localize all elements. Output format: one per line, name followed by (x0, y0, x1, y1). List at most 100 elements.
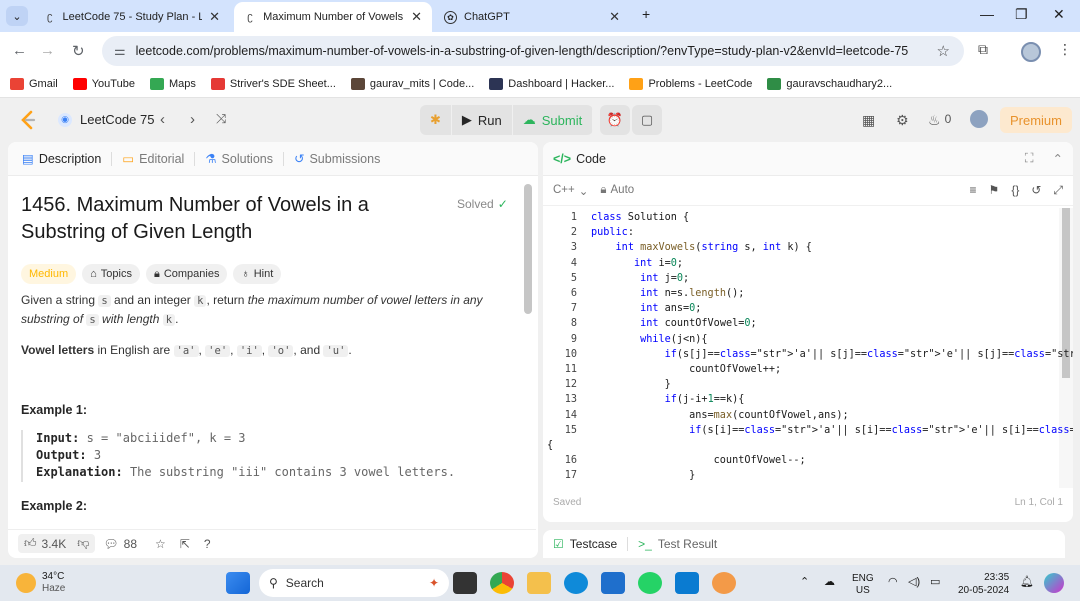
whatsapp-icon[interactable] (638, 572, 662, 594)
leetcode-logo-icon[interactable] (18, 110, 38, 130)
comments-button[interactable]: 💬︎ 88 (103, 537, 137, 551)
volume-icon[interactable]: ◁) (908, 575, 920, 588)
back-icon[interactable]: ← (12, 42, 27, 59)
close-tab-icon[interactable]: ✕ (209, 9, 220, 25)
bookmark-star-icon[interactable]: ☆ (937, 42, 950, 60)
restore-icon[interactable]: ❐ (1015, 6, 1028, 23)
browser-menu-icon[interactable]: ⋮ (1058, 41, 1072, 58)
streak-counter[interactable]: ♨ 0 (928, 112, 951, 129)
layout-icon[interactable]: ▦ (862, 112, 875, 129)
tray-chevron-icon[interactable]: ⌃ (800, 575, 809, 588)
new-tab-button[interactable]: + (642, 6, 650, 22)
vscode-icon[interactable] (675, 572, 699, 594)
tab-search-menu-icon[interactable]: ⌄ (6, 6, 28, 26)
profile-avatar[interactable] (1021, 42, 1041, 62)
browser-tab-study-plan[interactable]: ʗ LeetCode 75 - Study Plan - Leet ✕ (34, 2, 230, 32)
run-submit-group: ✱ ▶ Run ☁ Submit (420, 105, 594, 135)
tab-divider (194, 151, 196, 166)
task-view-icon[interactable] (453, 572, 477, 594)
bookmark-item[interactable]: Maps (149, 77, 196, 90)
copilot-icon[interactable] (1044, 573, 1064, 593)
close-tab-icon[interactable]: ✕ (609, 9, 620, 25)
topics-chip[interactable]: ⌂ Topics (82, 264, 140, 284)
flask-icon: ⚗ (205, 152, 217, 166)
code-editor[interactable]: 1 class Solution {2 public: 3 int maxVowels… (543, 208, 1073, 488)
url-text: leetcode.com/problems/maximum-number-of-… (135, 44, 909, 58)
description-scrollbar[interactable] (524, 184, 532, 314)
auto-mode[interactable]: 🔒︎ Auto (600, 184, 634, 197)
address-bar[interactable]: ⚌ leetcode.com/problems/maximum-number-o… (102, 36, 964, 66)
language-select[interactable]: C++ ⌄ (553, 184, 588, 198)
bookmark-item[interactable]: gaurav_mits | Code... (350, 77, 474, 90)
braces-icon[interactable]: {} (1011, 183, 1019, 198)
store-icon[interactable] (601, 572, 625, 594)
document-icon: ▤ (22, 152, 34, 166)
debug-button[interactable]: ✱ (420, 105, 452, 135)
code-line: int maxVowels(string s, int k) { (615, 242, 812, 254)
shuffle-icon[interactable]: ⤨ (216, 111, 226, 127)
line-number: 2 (570, 227, 577, 239)
tab-solutions[interactable]: ⚗ Solutions (201, 151, 277, 167)
close-tab-icon[interactable]: ✕ (411, 9, 422, 25)
browser-tab-vowels[interactable]: ʗ Maximum Number of Vowels in ✕ (234, 2, 432, 32)
reload-icon[interactable]: ↻ (72, 42, 85, 60)
chrome-icon[interactable] (490, 572, 514, 594)
forward-icon[interactable]: → (40, 42, 55, 59)
tab-divider (282, 151, 284, 166)
submit-button[interactable]: ☁ Submit (512, 105, 594, 135)
code-line: if(j-i+1==k){ (664, 394, 745, 406)
cloud-icon[interactable]: ☁ (824, 575, 835, 588)
taskbar-search[interactable]: ⚲ Search ✦ (259, 569, 449, 597)
bookmark-item[interactable]: Gmail (10, 77, 58, 90)
tab-editorial[interactable]: ▭ Editorial (118, 151, 188, 167)
minimize-icon[interactable]: — (980, 6, 994, 22)
bookmark-item[interactable]: Dashboard | Hacker... (489, 77, 614, 90)
hint-chip[interactable]: ♁ Hint (233, 264, 282, 284)
windows-start-icon[interactable] (226, 572, 250, 594)
user-avatar[interactable] (970, 110, 988, 128)
wifi-icon[interactable]: ◠ (888, 575, 898, 588)
companies-chip[interactable]: 🔒︎ Companies (145, 264, 228, 284)
like-button[interactable]: 👍︎ 3.4K 👎︎ (18, 534, 96, 553)
collapse-icon[interactable]: ⌃ (1053, 151, 1063, 166)
tab-testcase[interactable]: ☑ Testcase (553, 537, 617, 551)
browser-tab-chatgpt[interactable]: ✿ ChatGPT ✕ (434, 2, 630, 32)
timer-icon[interactable]: ⏰ (600, 105, 630, 135)
tab-test-result[interactable]: >_ Test Result (638, 537, 717, 551)
format-icon[interactable]: ≡ (970, 183, 977, 198)
notes-icon[interactable]: ▢ (632, 105, 662, 135)
prev-problem-icon[interactable]: ‹ (160, 111, 165, 128)
edge-icon[interactable] (564, 572, 588, 594)
language-indicator[interactable]: ENG US (852, 573, 874, 597)
bookmark-item[interactable]: YouTube (72, 77, 135, 90)
bookmark-item[interactable]: Problems - LeetCode (629, 77, 752, 90)
help-icon[interactable]: ? (204, 537, 211, 551)
extensions-icon[interactable]: ⧉ (978, 41, 988, 58)
run-button[interactable]: ▶ Run (451, 105, 513, 135)
reset-icon[interactable]: ↺ (1031, 183, 1041, 198)
app-icon[interactable] (712, 572, 736, 594)
battery-icon[interactable]: ▭ (930, 575, 940, 588)
notification-icon[interactable]: 🔔︎ (1020, 575, 1034, 588)
problem-list-selector[interactable]: ◉ LeetCode 75 (58, 112, 154, 127)
bookmark-icon[interactable]: ⚑ (989, 183, 1000, 198)
maximize-icon[interactable]: ⛶ (1025, 151, 1034, 166)
tab-description[interactable]: ▤ Description (18, 151, 105, 167)
close-window-icon[interactable]: ✕ (1053, 6, 1065, 23)
bookmark-item[interactable]: gauravschaudhary2... (767, 77, 892, 90)
tab-submissions[interactable]: ↺ Submissions (290, 151, 384, 167)
next-problem-icon[interactable]: › (190, 111, 195, 128)
line-number: 1 (570, 212, 577, 223)
taskbar-clock[interactable]: 23:35 20-05-2024 (958, 571, 1009, 597)
weather-widget[interactable]: 34°C Haze (16, 571, 65, 595)
bookmark-item[interactable]: Striver's SDE Sheet... (210, 77, 336, 90)
cloud-upload-icon: ☁ (522, 112, 536, 127)
file-explorer-icon[interactable] (527, 572, 551, 594)
premium-button[interactable]: Premium (1000, 107, 1072, 133)
fullscreen-icon[interactable]: ⤢ (1053, 183, 1063, 198)
site-info-icon[interactable]: ⚌ (114, 43, 126, 59)
settings-icon[interactable]: ⚙ (896, 112, 909, 129)
share-icon[interactable]: ⇱ (180, 537, 190, 551)
thumbs-down-icon[interactable]: 👎︎ (77, 536, 89, 551)
favorite-star-icon[interactable]: ☆ (155, 537, 166, 551)
